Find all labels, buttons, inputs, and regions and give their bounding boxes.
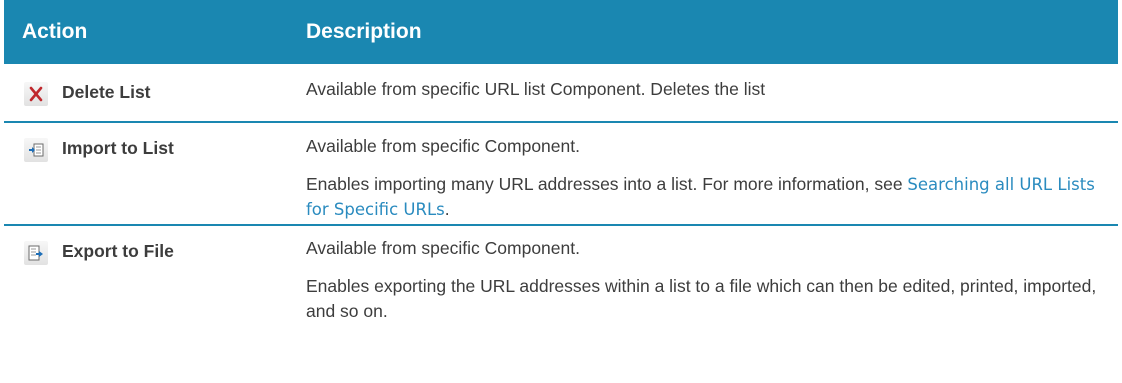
action-label-import-to-list: Import to List bbox=[62, 138, 174, 158]
header-description: Description bbox=[306, 20, 422, 43]
import-icon[interactable] bbox=[24, 138, 48, 162]
description-cell: Available from specific Component. Enabl… bbox=[306, 226, 1118, 383]
description-text: Enables importing many URL addresses int… bbox=[306, 172, 1104, 222]
action-cell: Export to File bbox=[4, 226, 306, 383]
table-header: Action Description bbox=[4, 0, 1118, 64]
actions-table: Action Description Delete List Available… bbox=[4, 0, 1118, 383]
action-cell: Import to List bbox=[4, 123, 306, 224]
table-row: Import to List Available from specific C… bbox=[4, 123, 1118, 226]
description-text-end: . bbox=[444, 199, 450, 219]
description-cell: Available from specific Component. Enabl… bbox=[306, 123, 1118, 224]
description-text: Available from specific Component. bbox=[306, 136, 580, 156]
table-row: Delete List Available from specific URL … bbox=[4, 64, 1118, 123]
export-icon[interactable] bbox=[24, 241, 48, 265]
header-action: Action bbox=[22, 20, 88, 43]
description-text: Available from specific URL list Compone… bbox=[306, 79, 766, 99]
action-cell: Delete List bbox=[4, 64, 306, 121]
table-row: Export to File Available from specific C… bbox=[4, 226, 1118, 383]
description-text: Available from specific Component. bbox=[306, 238, 580, 258]
action-label-export-to-file: Export to File bbox=[62, 241, 174, 261]
action-label-delete-list: Delete List bbox=[62, 82, 151, 102]
description-text-part: Enables importing many URL addresses int… bbox=[306, 174, 908, 194]
description-text: Enables exporting the URL addresses with… bbox=[306, 276, 1097, 321]
description-cell: Available from specific URL list Compone… bbox=[306, 64, 1118, 121]
delete-x-icon[interactable] bbox=[24, 82, 48, 106]
